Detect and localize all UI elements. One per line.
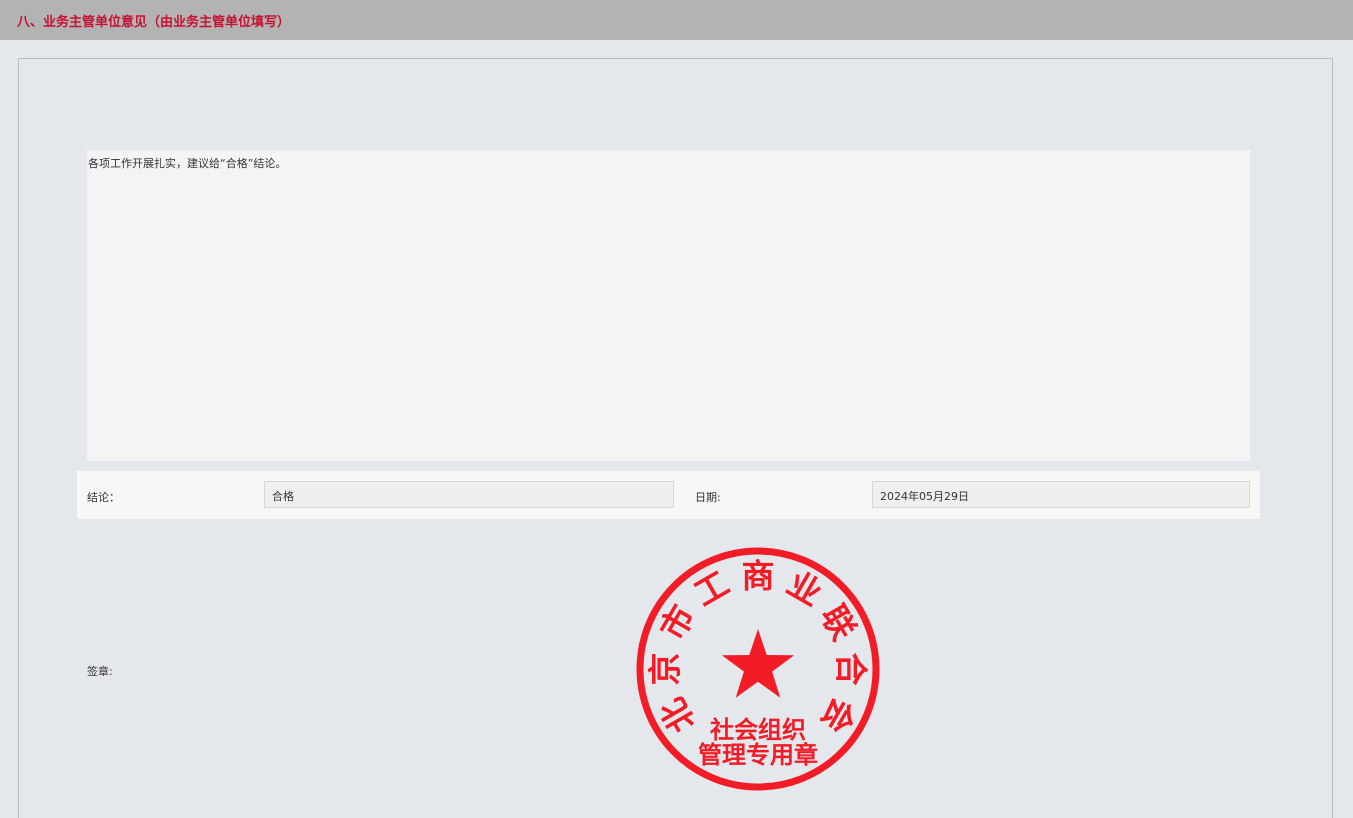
seal-line2: 管理专用章 bbox=[698, 741, 818, 769]
opinion-textarea[interactable]: 各项工作开展扎实，建议给“合格”结论。 bbox=[87, 150, 1250, 461]
section-title: 八、业务主管单位意见（由业务主管单位填写） bbox=[17, 15, 291, 30]
seal-char: 商 bbox=[742, 557, 775, 596]
conclusion-date-row: 结论： 合格 日期: 2024年05月29日 bbox=[77, 471, 1260, 519]
date-field[interactable]: 2024年05月29日 bbox=[872, 481, 1250, 508]
seal-graphic: 北京市工商业联合会 社会组织 管理专用章 bbox=[636, 547, 880, 791]
seal-char: 京 bbox=[646, 653, 685, 686]
seal-line1: 社会组织 bbox=[710, 716, 806, 744]
seal-char: 合 bbox=[832, 653, 871, 686]
conclusion-field[interactable]: 合格 bbox=[264, 481, 674, 508]
star-icon bbox=[721, 629, 795, 698]
official-seal: 北京市工商业联合会 社会组织 管理专用章 bbox=[632, 545, 884, 797]
signature-label: 签章: bbox=[87, 665, 113, 678]
date-label: 日期: bbox=[695, 491, 721, 504]
conclusion-label: 结论： bbox=[87, 491, 120, 504]
section-header: 八、业务主管单位意见（由业务主管单位填写） bbox=[0, 0, 1353, 40]
